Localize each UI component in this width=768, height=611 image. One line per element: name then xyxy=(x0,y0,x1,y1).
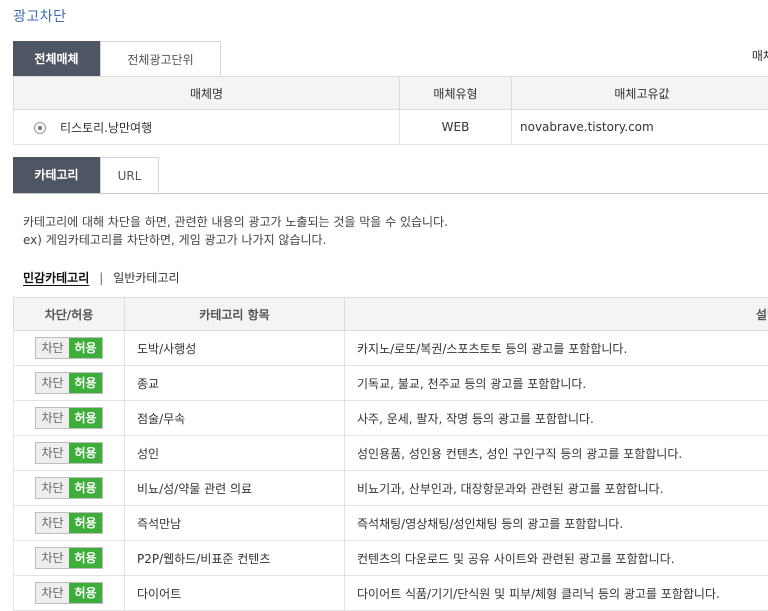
table-row: 차단허용 종교기독교, 불교, 천주교 등의 광고를 포함합니다. xyxy=(14,366,768,401)
tab-category[interactable]: 카테고리 xyxy=(13,157,100,193)
block-allow-toggle[interactable]: 차단허용 xyxy=(35,337,103,359)
block-button[interactable]: 차단 xyxy=(36,548,69,568)
header-media-name: 매체명 xyxy=(14,77,400,110)
general-category-link[interactable]: 일반카테고리 xyxy=(113,271,179,285)
toggle-cell: 차단허용 xyxy=(14,471,125,506)
sensitive-category-link[interactable]: 민감카테고리 xyxy=(23,271,89,285)
table-row: 차단허용 비뇨/성/약물 관련 의료비뇨기과, 산부인과, 대장항문과와 관련된 … xyxy=(14,471,768,506)
block-button[interactable]: 차단 xyxy=(36,373,69,393)
header-media-type: 매체유형 xyxy=(400,77,512,110)
header-category-item: 카테고리 항목 xyxy=(125,298,345,331)
category-item: 비뇨/성/약물 관련 의료 xyxy=(125,471,345,506)
filter-tab-divider xyxy=(13,193,768,194)
table-row: 차단허용 즉석만남즉석채팅/영상채팅/성인채팅 등의 광고를 포함합니다. xyxy=(14,506,768,541)
block-button[interactable]: 차단 xyxy=(36,443,69,463)
block-button[interactable]: 차단 xyxy=(36,478,69,498)
media-table-header: 매체명 매체유형 매체고유값 xyxy=(14,77,768,110)
subnav-separator: | xyxy=(99,271,103,285)
category-description: 컨텐츠의 다운로드 및 공유 사이트와 관련된 광고를 포함합니다. xyxy=(345,541,768,576)
media-type: WEB xyxy=(400,110,512,145)
allow-button[interactable]: 허용 xyxy=(69,373,102,393)
media-tabs: 전체매체 전체광고단위 xyxy=(13,41,221,77)
category-table: 차단/허용 카테고리 항목 설명 차단허용도박/사행성카지노/로또/복권/스포츠… xyxy=(13,297,768,611)
category-description: 사주, 운세, 팔자, 작명 등의 광고를 포함합니다. xyxy=(345,401,768,436)
toggle-cell: 차단허용 xyxy=(14,401,125,436)
toggle-cell: 차단허용 xyxy=(14,366,125,401)
category-description: 즉석채팅/영상채팅/성인채팅 등의 광고를 포함합니다. xyxy=(345,506,768,541)
category-item: 도박/사행성 xyxy=(125,331,345,366)
category-item: 즉석만남 xyxy=(125,506,345,541)
toggle-cell: 차단허용 xyxy=(14,541,125,576)
header-description: 설명 xyxy=(345,298,768,331)
category-description: 성인용품, 성인용 컨텐츠, 성인 구인구직 등의 광고를 포함합니다. xyxy=(345,436,768,471)
allow-button[interactable]: 허용 xyxy=(69,548,102,568)
allow-button[interactable]: 허용 xyxy=(69,478,102,498)
table-row: 차단허용 점술/무속사주, 운세, 팔자, 작명 등의 광고를 포함합니다. xyxy=(14,401,768,436)
block-allow-toggle[interactable]: 차단허용 xyxy=(35,372,103,394)
category-item: P2P/웹하드/비표준 컨텐츠 xyxy=(125,541,345,576)
tab-all-ad-units[interactable]: 전체광고단위 xyxy=(100,41,221,77)
category-item: 다이어트 xyxy=(125,576,345,611)
media-radio[interactable] xyxy=(34,122,46,134)
block-allow-toggle[interactable]: 차단허용 xyxy=(35,477,103,499)
tab-url[interactable]: URL xyxy=(100,157,159,193)
toggle-cell: 차단허용 xyxy=(14,436,125,471)
description-line-2: ex) 게임카테고리를 차단하면, 게임 광고가 나가지 않습니다. xyxy=(23,231,326,249)
filter-tabs: 카테고리 URL xyxy=(13,157,159,193)
category-subnav: 민감카테고리 | 일반카테고리 xyxy=(23,269,180,286)
block-allow-toggle[interactable]: 차단허용 xyxy=(35,407,103,429)
block-button[interactable]: 차단 xyxy=(36,513,69,533)
description-line-1: 카테고리에 대해 차단을 하면, 관련한 내용의 광고가 노출되는 것을 막을 … xyxy=(23,213,448,231)
category-table-header: 차단/허용 카테고리 항목 설명 xyxy=(14,298,768,331)
allow-button[interactable]: 허용 xyxy=(69,408,102,428)
top-right-label: 매체 xyxy=(752,47,768,64)
allow-button[interactable]: 허용 xyxy=(69,513,102,533)
toggle-cell: 차단허용 xyxy=(14,331,125,366)
header-media-id: 매체고유값 xyxy=(512,77,768,110)
category-item: 성인 xyxy=(125,436,345,471)
page-title: 광고차단 xyxy=(13,6,67,26)
block-allow-toggle[interactable]: 차단허용 xyxy=(35,512,103,534)
category-description: 카지노/로또/복권/스포츠토토 등의 광고를 포함합니다. xyxy=(345,331,768,366)
category-item: 점술/무속 xyxy=(125,401,345,436)
tab-all-media[interactable]: 전체매체 xyxy=(13,41,100,77)
block-button[interactable]: 차단 xyxy=(36,583,69,603)
category-rows: 차단허용도박/사행성카지노/로또/복권/스포츠토토 등의 광고를 포함합니다.차… xyxy=(14,331,768,611)
block-allow-toggle[interactable]: 차단허용 xyxy=(35,547,103,569)
table-row: 차단허용 도박/사행성카지노/로또/복권/스포츠토토 등의 광고를 포함합니다. xyxy=(14,331,768,366)
category-description: 기독교, 불교, 천주교 등의 광고를 포함합니다. xyxy=(345,366,768,401)
toggle-cell: 차단허용 xyxy=(14,506,125,541)
block-button[interactable]: 차단 xyxy=(36,408,69,428)
toggle-cell: 차단허용 xyxy=(14,576,125,611)
category-item: 종교 xyxy=(125,366,345,401)
media-id: novabrave.tistory.com xyxy=(512,110,768,145)
block-allow-toggle[interactable]: 차단허용 xyxy=(35,582,103,604)
media-name-cell[interactable]: 티스토리.낭만여행 xyxy=(14,110,400,145)
block-allow-toggle[interactable]: 차단허용 xyxy=(35,442,103,464)
table-row: 차단허용 다이어트다이어트 식품/기기/단식원 및 피부/체형 클리닉 등의 광고… xyxy=(14,576,768,611)
allow-button[interactable]: 허용 xyxy=(69,583,102,603)
media-table: 매체명 매체유형 매체고유값 티스토리.낭만여행 WEB novabrave.t… xyxy=(13,76,768,145)
header-block-allow: 차단/허용 xyxy=(14,298,125,331)
category-description: 다이어트 식품/기기/단식원 및 피부/체형 클리닉 등의 광고를 포함합니다. xyxy=(345,576,768,611)
media-name: 티스토리.낭만여행 xyxy=(60,121,152,135)
table-row[interactable]: 티스토리.낭만여행 WEB novabrave.tistory.com xyxy=(14,110,768,145)
allow-button[interactable]: 허용 xyxy=(69,443,102,463)
table-row: 차단허용 P2P/웹하드/비표준 컨텐츠컨텐츠의 다운로드 및 공유 사이트와 관… xyxy=(14,541,768,576)
allow-button[interactable]: 허용 xyxy=(69,338,102,358)
category-description: 비뇨기과, 산부인과, 대장항문과와 관련된 광고를 포함합니다. xyxy=(345,471,768,506)
table-row: 차단허용 성인성인용품, 성인용 컨텐츠, 성인 구인구직 등의 광고를 포함합니… xyxy=(14,436,768,471)
block-button[interactable]: 차단 xyxy=(36,338,69,358)
